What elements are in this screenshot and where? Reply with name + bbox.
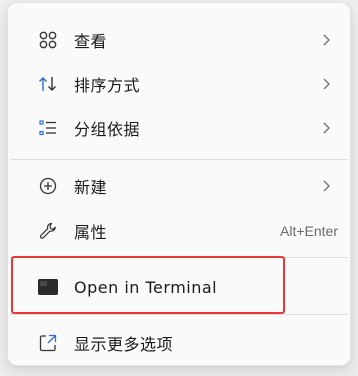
wrench-icon — [34, 219, 62, 243]
menu-item-label: 排序方式 — [74, 76, 141, 95]
shortcut-label: Alt+Enter — [280, 223, 338, 239]
grid-view-icon — [34, 28, 62, 52]
chevron-right-icon — [318, 178, 334, 194]
sort-arrows-icon — [34, 72, 62, 96]
menu-separator — [10, 159, 348, 160]
menu-item-label: Open in Terminal — [74, 277, 218, 297]
menu-item-open-in-terminal[interactable]: Open in Terminal — [24, 269, 344, 305]
menu-item-label: 新建 — [74, 178, 108, 197]
context-menu: 查看 排序方式 分组依据 新建 属性 Alt+Enter Open in Ter… — [7, 2, 351, 366]
menu-item-group-by[interactable]: 分组依据 — [24, 110, 344, 146]
plus-circle-icon — [34, 174, 62, 198]
chevron-right-icon — [318, 120, 334, 136]
menu-item-label: 查看 — [74, 32, 108, 51]
menu-item-properties[interactable]: 属性 Alt+Enter — [24, 213, 344, 249]
menu-separator — [10, 257, 348, 258]
menu-item-show-more-options[interactable]: 显示更多选项 — [24, 325, 344, 361]
menu-item-new[interactable]: 新建 — [24, 168, 344, 204]
menu-item-view[interactable]: 查看 — [24, 22, 344, 58]
menu-item-label: 分组依据 — [74, 120, 141, 139]
group-list-icon — [34, 116, 62, 140]
menu-item-sort-by[interactable]: 排序方式 — [24, 66, 344, 102]
terminal-icon — [34, 275, 62, 299]
menu-item-label: 显示更多选项 — [74, 335, 174, 354]
menu-separator — [10, 314, 348, 315]
chevron-right-icon — [318, 32, 334, 48]
menu-item-label: 属性 — [74, 223, 108, 242]
chevron-right-icon — [318, 76, 334, 92]
expand-window-icon — [34, 331, 62, 355]
